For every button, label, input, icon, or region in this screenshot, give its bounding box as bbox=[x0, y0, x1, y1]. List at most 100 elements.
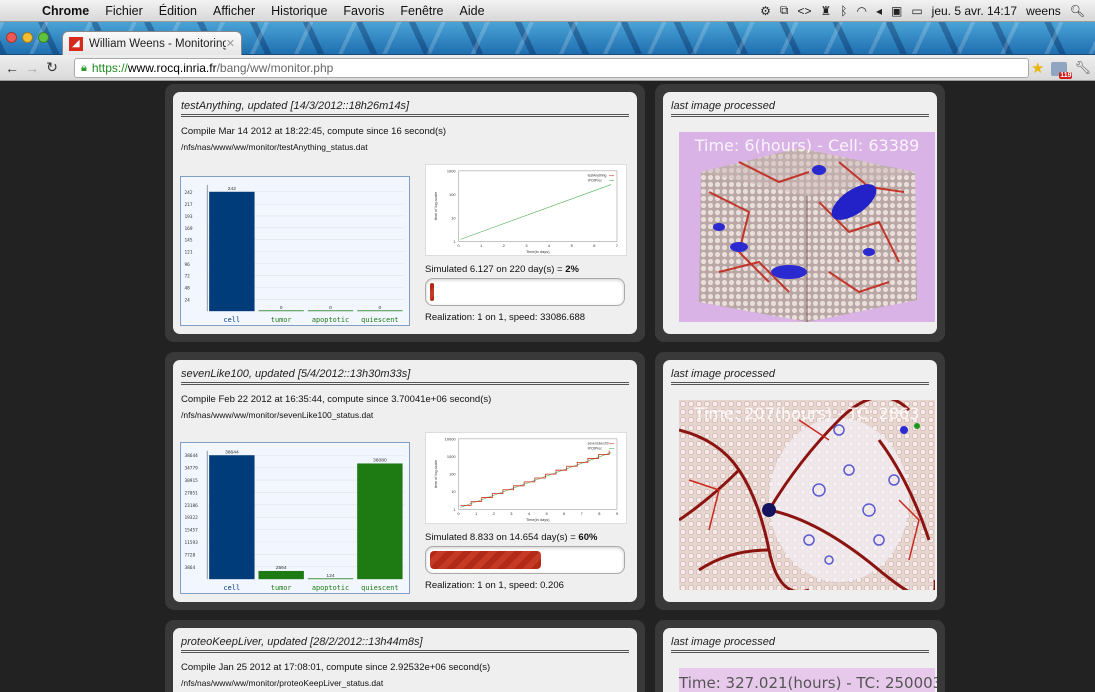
simulated-percent: 2% bbox=[565, 264, 579, 275]
image-card: last image processed bbox=[663, 360, 937, 602]
x-tick-label: 2 bbox=[493, 511, 495, 516]
bar-quiescent bbox=[357, 463, 403, 580]
y-tick-label: 10 bbox=[451, 489, 456, 494]
y-tick-label: 23186 bbox=[184, 503, 198, 509]
y-tick-label: 10 bbox=[451, 215, 456, 220]
status-file-path: /nfs/nas/www/ww/monitor/proteoKeepLiver_… bbox=[181, 678, 384, 688]
browser-toolbar: ← → ↻ 🔒︎ https:// www.rocq.inria.fr /ban… bbox=[0, 55, 1095, 81]
x-tick-label: 2 bbox=[503, 243, 505, 248]
y-tick-label: 169 bbox=[184, 226, 192, 232]
y-tick-label: 7728 bbox=[184, 552, 195, 558]
progress-fill bbox=[430, 283, 434, 301]
page-content: testAnything, updated [14/3/2012::18h26m… bbox=[0, 82, 1095, 692]
legend-entry: sevenLike100 bbox=[588, 442, 609, 446]
window-icon[interactable]: ⧉ bbox=[780, 3, 789, 18]
volume-icon[interactable]: ◂ bbox=[876, 4, 882, 18]
x-tick-label: 5 bbox=[571, 243, 574, 248]
wifi-icon[interactable]: ◠ bbox=[856, 4, 866, 18]
y-tick-label: 15457 bbox=[184, 528, 198, 534]
display-icon[interactable]: ▣ bbox=[891, 4, 902, 18]
close-tab-icon[interactable]: ✕ bbox=[226, 37, 235, 50]
reload-icon[interactable]: ↻ bbox=[44, 59, 60, 76]
code-icon[interactable]: <> bbox=[797, 4, 811, 18]
browser-tab[interactable]: ◢ William Weens - Monitoring ✕ bbox=[62, 31, 242, 55]
image-card: last image processed Time: 327.021(hours… bbox=[663, 628, 937, 692]
favicon-icon: ◢ bbox=[69, 36, 83, 51]
simulation-snapshot-image[interactable] bbox=[679, 132, 935, 322]
x-category-label: cell bbox=[224, 316, 241, 324]
menubar-user[interactable]: weens bbox=[1026, 4, 1061, 18]
menu-app-name[interactable]: Chrome bbox=[34, 4, 97, 18]
zoom-window-icon[interactable] bbox=[38, 32, 49, 43]
x-tick-label: 4 bbox=[528, 511, 531, 516]
y-tick-label: 30915 bbox=[184, 478, 198, 484]
progress-line-chart: 10001001010 1 2 3 4 5 6 7Time(in days)time of l… bbox=[425, 164, 627, 256]
x-category-label: quiescent bbox=[361, 316, 398, 324]
url-host: www.rocq.inria.fr bbox=[127, 61, 217, 75]
bluetooth-icon[interactable]: ᛒ bbox=[840, 4, 847, 18]
menubar-clock[interactable]: jeu. 5 avr. 14:17 bbox=[932, 4, 1017, 18]
menu-fenetre[interactable]: Fenêtre bbox=[392, 4, 451, 18]
menu-fichier[interactable]: Fichier bbox=[97, 4, 151, 18]
bar-value-label: 0 bbox=[329, 305, 332, 311]
x-category-label: quiescent bbox=[361, 584, 398, 592]
y-tick-label: 3864 bbox=[184, 565, 195, 571]
simulation-snapshot-image[interactable] bbox=[679, 400, 935, 590]
address-bar[interactable]: 🔒︎ https:// www.rocq.inria.fr /bang/ww/m… bbox=[74, 58, 1029, 78]
binoculars-icon[interactable]: ♜ bbox=[821, 4, 832, 18]
legend-entry: IPCitPrec bbox=[588, 179, 603, 183]
snapshot-caption: Time: 207(hours) - TC: 2863 bbox=[694, 404, 920, 423]
reference-line bbox=[460, 184, 612, 240]
menu-afficher[interactable]: Afficher bbox=[205, 4, 263, 18]
bar-value-label: 0 bbox=[378, 305, 381, 311]
url-path: /bang/ww/monitor.php bbox=[216, 61, 334, 75]
simulation-progress-bar bbox=[425, 546, 625, 574]
compile-info: Compile Feb 22 2012 at 16:35:44, compute… bbox=[181, 394, 492, 405]
sync-icon[interactable]: ⚙ bbox=[760, 4, 771, 18]
image-card-title: last image processed bbox=[671, 368, 929, 385]
bar-value-label: 242 bbox=[228, 186, 236, 192]
simulation-snapshot-image[interactable]: Time: 327.021(hours) - TC: 250003 bbox=[679, 668, 937, 692]
x-tick-label: 0 bbox=[457, 511, 460, 516]
y-tick-label: 100 bbox=[449, 192, 456, 197]
menu-historique[interactable]: Historique bbox=[263, 4, 335, 18]
wrench-menu-icon[interactable]: 🔧︎ bbox=[1074, 60, 1091, 76]
menu-aide[interactable]: Aide bbox=[452, 4, 493, 18]
simulated-summary: Simulated 8.833 on 14.654 day(s) = 60% bbox=[425, 532, 598, 543]
bar-value-label: 36080 bbox=[373, 457, 387, 463]
battery-icon[interactable]: ▭ bbox=[911, 4, 922, 18]
url-scheme: https:// bbox=[91, 61, 128, 75]
close-window-icon[interactable] bbox=[6, 32, 17, 43]
image-card-title: last image processed bbox=[671, 636, 929, 653]
x-tick-label: 4 bbox=[548, 243, 551, 248]
x-category-label: cell bbox=[224, 584, 241, 592]
simulation-progress-bar bbox=[425, 278, 625, 306]
y-tick-label: 1 bbox=[453, 239, 455, 244]
x-tick-label: 1 bbox=[480, 243, 482, 248]
population-bar-chart: 242 217 193 169 145 121 96 72 48 24 242 cell 0 tumor 0… bbox=[180, 176, 410, 326]
back-arrow-icon[interactable]: ← bbox=[4, 60, 20, 76]
x-tick-label: 1 bbox=[475, 511, 477, 516]
bar-cell bbox=[209, 191, 255, 312]
legend-entry: IPCitPrec bbox=[588, 447, 603, 451]
spotlight-search-icon[interactable]: 🔍︎ bbox=[1070, 4, 1085, 18]
menu-favoris[interactable]: Favoris bbox=[335, 4, 392, 18]
x-tick-label: 7 bbox=[616, 243, 618, 248]
x-category-label: tumor bbox=[271, 584, 292, 592]
forward-arrow-icon[interactable]: → bbox=[24, 60, 40, 76]
y-tick-label: 10000 bbox=[445, 436, 457, 441]
menu-edition[interactable]: Édition bbox=[151, 4, 205, 18]
menubar-status-area: ⚙ ⧉ <> ♜ ᛒ ◠ ◂ ▣ ▭ jeu. 5 avr. 14:17 wee… bbox=[760, 3, 1095, 18]
extension-home-icon[interactable]: 119 bbox=[1050, 59, 1073, 79]
y-tick-label: 1000 bbox=[447, 168, 457, 173]
series-line bbox=[460, 450, 610, 506]
x-tick-label: 7 bbox=[581, 511, 583, 516]
status-file-path: /nfs/nas/www/ww/monitor/sevenLike100_sta… bbox=[181, 410, 374, 420]
x-category-label: apoptotic bbox=[312, 316, 349, 324]
bookmark-star-icon[interactable]: ★ bbox=[1031, 59, 1044, 77]
toolbar-right: ★ 119 🔧︎ bbox=[1031, 59, 1091, 79]
progress-fill bbox=[430, 551, 541, 569]
macos-menubar: Chrome Fichier Édition Afficher Historiq… bbox=[0, 0, 1095, 22]
minimize-window-icon[interactable] bbox=[22, 32, 33, 43]
simulated-summary: Simulated 6.127 on 220 day(s) = 2% bbox=[425, 264, 579, 275]
